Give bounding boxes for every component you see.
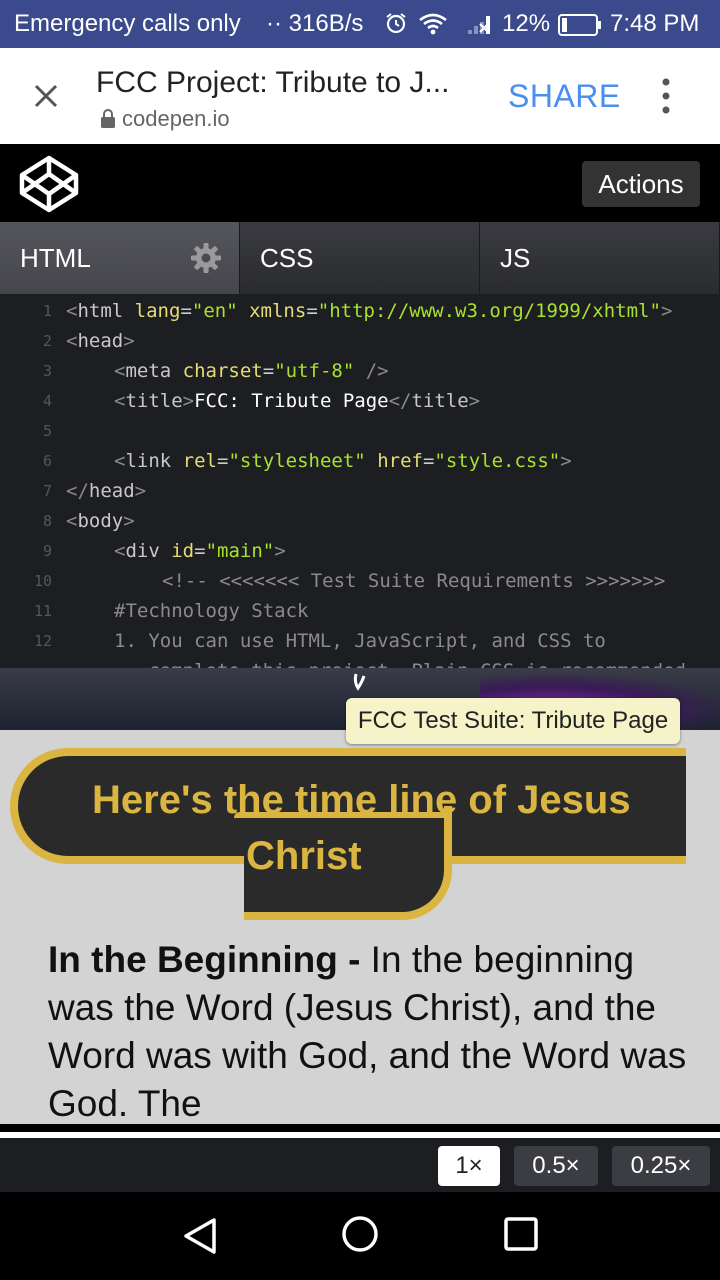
wifi-icon [419,13,447,35]
clock: 7:48 PM [610,10,700,37]
tab-html[interactable]: HTML [0,222,240,294]
code-text: <!-- <<<<<<< Test Suite Requirements >>>… [162,570,666,592]
line-number: 1 [42,302,52,320]
share-button[interactable]: SHARE [508,78,621,115]
line-number: 12 [33,632,52,650]
line-number: 6 [42,452,52,470]
preview-pane: Here's the time line of Jesus Christ In … [0,730,720,1124]
page-title: FCC Project: Tribute to J... [96,66,450,99]
zoom-bar: 1× 0.5× 0.25× [0,1132,720,1192]
actions-button[interactable]: Actions [582,161,700,207]
tab-css[interactable]: CSS [240,222,480,294]
page-url: codepen.io [100,106,230,132]
line-number: 3 [42,362,52,380]
heading-line-2: Christ [246,834,362,878]
editor-tabs: HTML CSS JS [0,222,720,294]
signal-icon [468,16,490,34]
alarm-icon [386,13,406,34]
browser-header: FCC Project: Tribute to J... codepen.io … [0,48,720,144]
zoom-half-button[interactable]: 0.5× [514,1146,598,1186]
line-number: 2 [42,332,52,350]
line-number: 8 [42,512,52,530]
tab-html-label: HTML [20,243,91,273]
codepen-logo-icon[interactable] [18,154,80,214]
code-text: <title>FCC: Tribute Page</title> [114,390,481,412]
home-icon[interactable] [340,1214,380,1254]
line-number: 11 [33,602,52,620]
tab-css-label: CSS [260,243,314,273]
lock-icon [101,109,115,128]
line-number: 7 [42,482,52,500]
close-icon[interactable] [28,78,64,114]
zoom-quarter-button[interactable]: 0.25× [612,1146,710,1186]
battery-percent: 12% [502,10,551,37]
code-text: <link rel="stylesheet" href="style.css"> [114,450,572,472]
timeline-paragraph: In the Beginning - In the beginning was … [48,936,688,1124]
more-vert-icon[interactable] [658,74,674,118]
heading-overlap-bar [234,812,450,818]
gear-icon[interactable] [190,242,222,274]
recent-apps-icon[interactable] [504,1216,538,1252]
network-speed: ·· 316B/s [266,10,364,37]
code-editor[interactable]: 1 <html lang="en" xmlns="http://www.w3.or… [0,294,720,668]
tab-js-label: JS [500,243,531,273]
code-text: <meta charset="utf-8" /> [114,360,389,382]
tab-js[interactable]: JS [480,222,720,294]
back-icon[interactable] [182,1216,218,1256]
zoom-1x-button[interactable]: 1× [438,1146,500,1186]
url-text: codepen.io [122,106,230,131]
battery-icon [558,14,601,36]
code-text: <body> [66,510,135,532]
code-text: 1. You can use HTML, JavaScript, and CSS… [114,630,606,652]
line-number: 4 [42,392,52,410]
line-number: 5 [42,422,52,440]
test-suite-tooltip[interactable]: FCC Test Suite: Tribute Page [346,698,680,744]
paragraph-bold: In the Beginning - [48,939,361,980]
line-number: 9 [42,542,52,560]
status-bar: Emergency calls only ·· 316B/s 12% 7:48 … [0,0,720,48]
code-text: #Technology Stack [114,600,309,622]
code-text: complete this project. Plain CSS is reco… [114,660,686,668]
code-text: </head> [66,480,147,502]
cursor-mark-icon [353,673,366,691]
codepen-topbar: Actions [0,144,720,222]
carrier-text: Emergency calls only [14,10,241,37]
code-text: <head> [66,330,135,352]
code-text: <html lang="en" xmlns="http://www.w3.org… [66,300,673,322]
code-text: <div id="main"> [114,540,286,562]
line-number: 10 [33,572,52,590]
android-nav-bar [0,1192,720,1280]
